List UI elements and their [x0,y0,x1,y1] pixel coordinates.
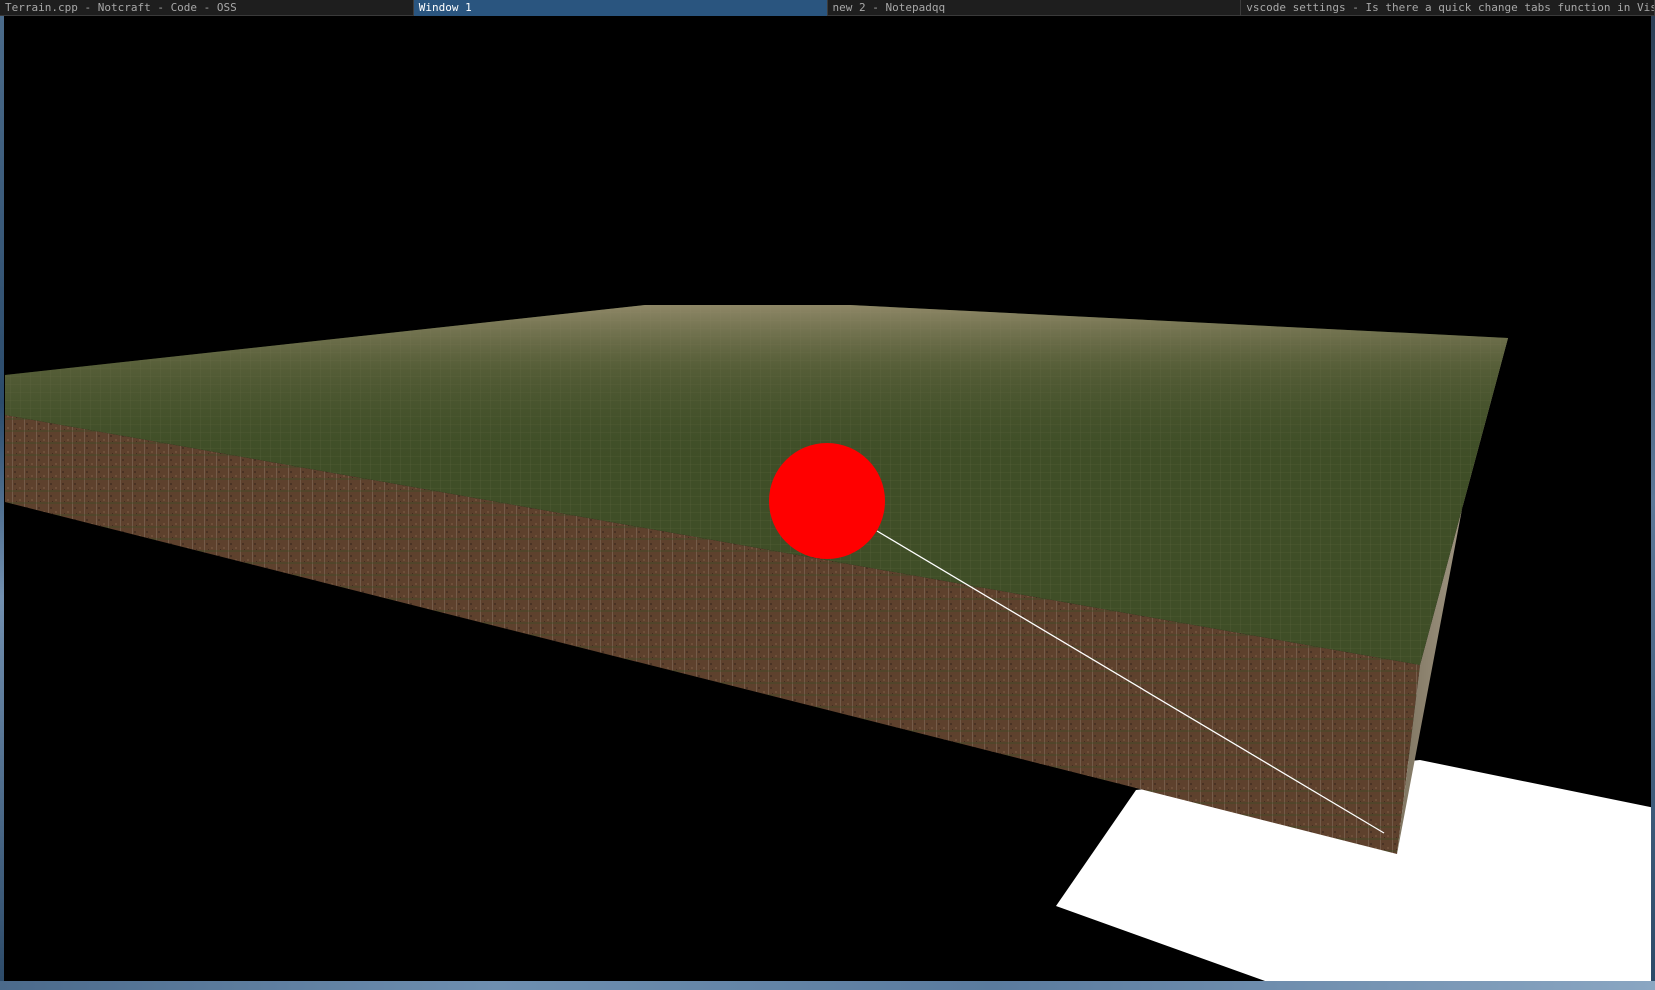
taskbar-tab-notepadqq[interactable]: new 2 - Notepadqq [828,0,1242,16]
taskbar: Terrain.cpp - Notcraft - Code - OSS Wind… [0,0,1655,16]
render-viewport[interactable] [0,16,1655,990]
taskbar-tab-chromium[interactable]: vscode settings - Is there a quick chang… [1241,0,1655,16]
taskbar-tab-code-oss[interactable]: Terrain.cpp - Notcraft - Code - OSS [0,0,414,16]
window-frame-right [1651,16,1655,984]
scene-canvas[interactable] [0,16,1655,990]
red-marker-sphere [769,443,885,559]
window-frame-left [0,16,4,984]
taskbar-tab-window-1[interactable]: Window 1 [413,0,828,16]
desktop-strip-bottom [0,981,1655,990]
